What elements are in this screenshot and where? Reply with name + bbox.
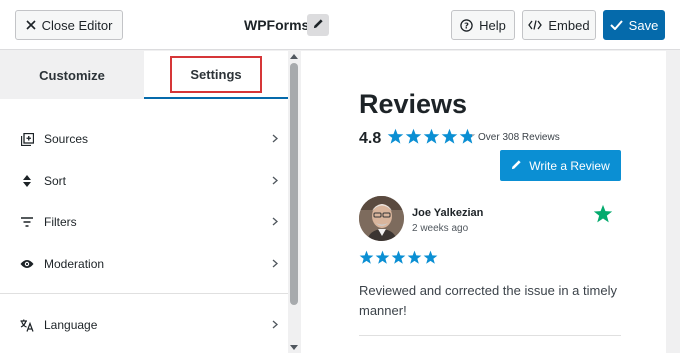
help-label: Help [479, 17, 506, 33]
sort-icon [20, 174, 34, 188]
embed-button[interactable]: Embed [522, 10, 596, 40]
write-review-button[interactable]: Write a Review [500, 150, 621, 181]
code-icon [528, 20, 543, 30]
star-icon [375, 250, 390, 264]
tab-settings[interactable]: Settings [144, 51, 288, 99]
sources-icon [20, 132, 34, 146]
panel-scrollbar[interactable] [288, 51, 300, 353]
scroll-up-arrow-icon[interactable] [290, 54, 298, 59]
eye-icon [20, 257, 34, 271]
scroll-down-arrow-icon[interactable] [290, 345, 298, 350]
save-label: Save [628, 17, 659, 33]
filter-icon [20, 215, 34, 229]
pencil-icon [313, 16, 324, 34]
menu-divider [0, 293, 288, 294]
language-icon [20, 318, 34, 332]
star-icon [423, 250, 438, 264]
form-title: WPForms [244, 17, 310, 33]
svg-text:?: ? [464, 20, 469, 30]
chevron-right-icon [272, 132, 278, 146]
close-editor-button[interactable]: Close Editor [15, 10, 123, 40]
star-icon [391, 250, 406, 264]
menu-item-label: Sources [44, 132, 89, 146]
settings-panel: Customize Settings Sources Sort Filters [0, 51, 300, 353]
tab-customize[interactable]: Customize [0, 51, 144, 99]
review-count: Over 308 Reviews [478, 132, 560, 143]
scrollbar-thumb[interactable] [290, 63, 298, 305]
reviewer-name: Joe Yalkezian [412, 207, 484, 219]
menu-item-sources[interactable]: Sources [0, 119, 288, 159]
tab-customize-label: Customize [39, 67, 105, 83]
trustpilot-star-icon [593, 204, 613, 224]
embed-label: Embed [548, 17, 590, 33]
star-icon [407, 250, 422, 264]
checkmark-icon [609, 20, 623, 30]
review-separator [359, 335, 621, 336]
help-icon: ? [460, 18, 473, 32]
review-text: Reviewed and corrected the issue in a ti… [359, 283, 617, 318]
menu-item-label: Language [44, 318, 98, 332]
chevron-right-icon [272, 174, 278, 188]
menu-item-sort[interactable]: Sort [0, 161, 288, 201]
star-icon [423, 128, 440, 144]
close-editor-label: Close Editor [41, 17, 113, 33]
menu-item-label: Moderation [44, 257, 105, 271]
chevron-right-icon [272, 215, 278, 229]
avatar [359, 196, 404, 241]
pencil-icon [511, 159, 522, 173]
menu-item-label: Sort [44, 174, 67, 188]
star-icon [359, 250, 374, 264]
review-time: 2 weeks ago [412, 223, 469, 234]
panel-tabs: Customize Settings [0, 51, 288, 99]
chevron-right-icon [272, 318, 278, 332]
write-review-label: Write a Review [529, 158, 610, 173]
star-icon [459, 128, 476, 144]
edit-title-button[interactable] [307, 14, 329, 36]
reviews-heading: Reviews [359, 89, 468, 119]
star-icon [441, 128, 458, 144]
tab-settings-label: Settings [170, 55, 262, 93]
star-icon [405, 128, 422, 144]
help-button[interactable]: ? Help [451, 10, 515, 40]
menu-item-moderation[interactable]: Moderation [0, 244, 288, 284]
top-bar: Close Editor WPForms ? Help Embed Save [0, 0, 680, 50]
average-rating-stars [387, 128, 477, 145]
menu-item-language[interactable]: Language [0, 305, 288, 345]
menu-item-label: Filters [44, 215, 77, 229]
reviews-preview: Reviews 4.8 Over 308 Reviews Write a Rev… [301, 51, 666, 353]
save-button[interactable]: Save [603, 10, 665, 40]
close-icon [26, 20, 36, 30]
average-rating: 4.8 [359, 130, 382, 147]
review-stars [359, 250, 439, 265]
star-icon [387, 128, 404, 144]
menu-item-filters[interactable]: Filters [0, 202, 288, 242]
chevron-right-icon [272, 257, 278, 271]
